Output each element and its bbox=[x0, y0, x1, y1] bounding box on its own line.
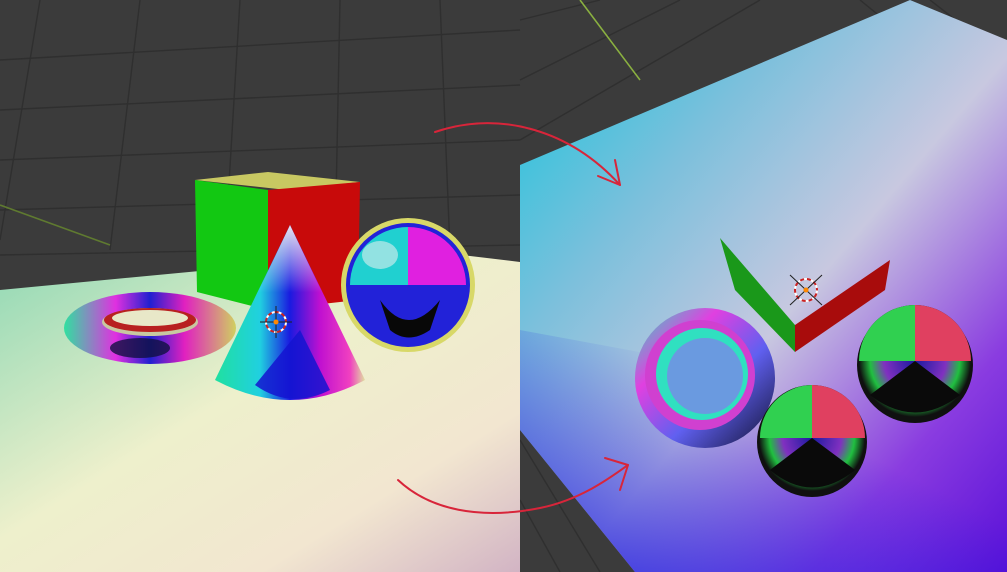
3d-viewport[interactable] bbox=[0, 0, 1007, 572]
cube-front bbox=[195, 180, 268, 310]
3d-cursor-icon[interactable] bbox=[789, 274, 823, 306]
torus[interactable] bbox=[64, 292, 236, 364]
sphere[interactable] bbox=[341, 218, 475, 352]
sphere[interactable] bbox=[757, 385, 867, 497]
sphere[interactable] bbox=[857, 305, 973, 423]
torus[interactable] bbox=[635, 308, 775, 448]
